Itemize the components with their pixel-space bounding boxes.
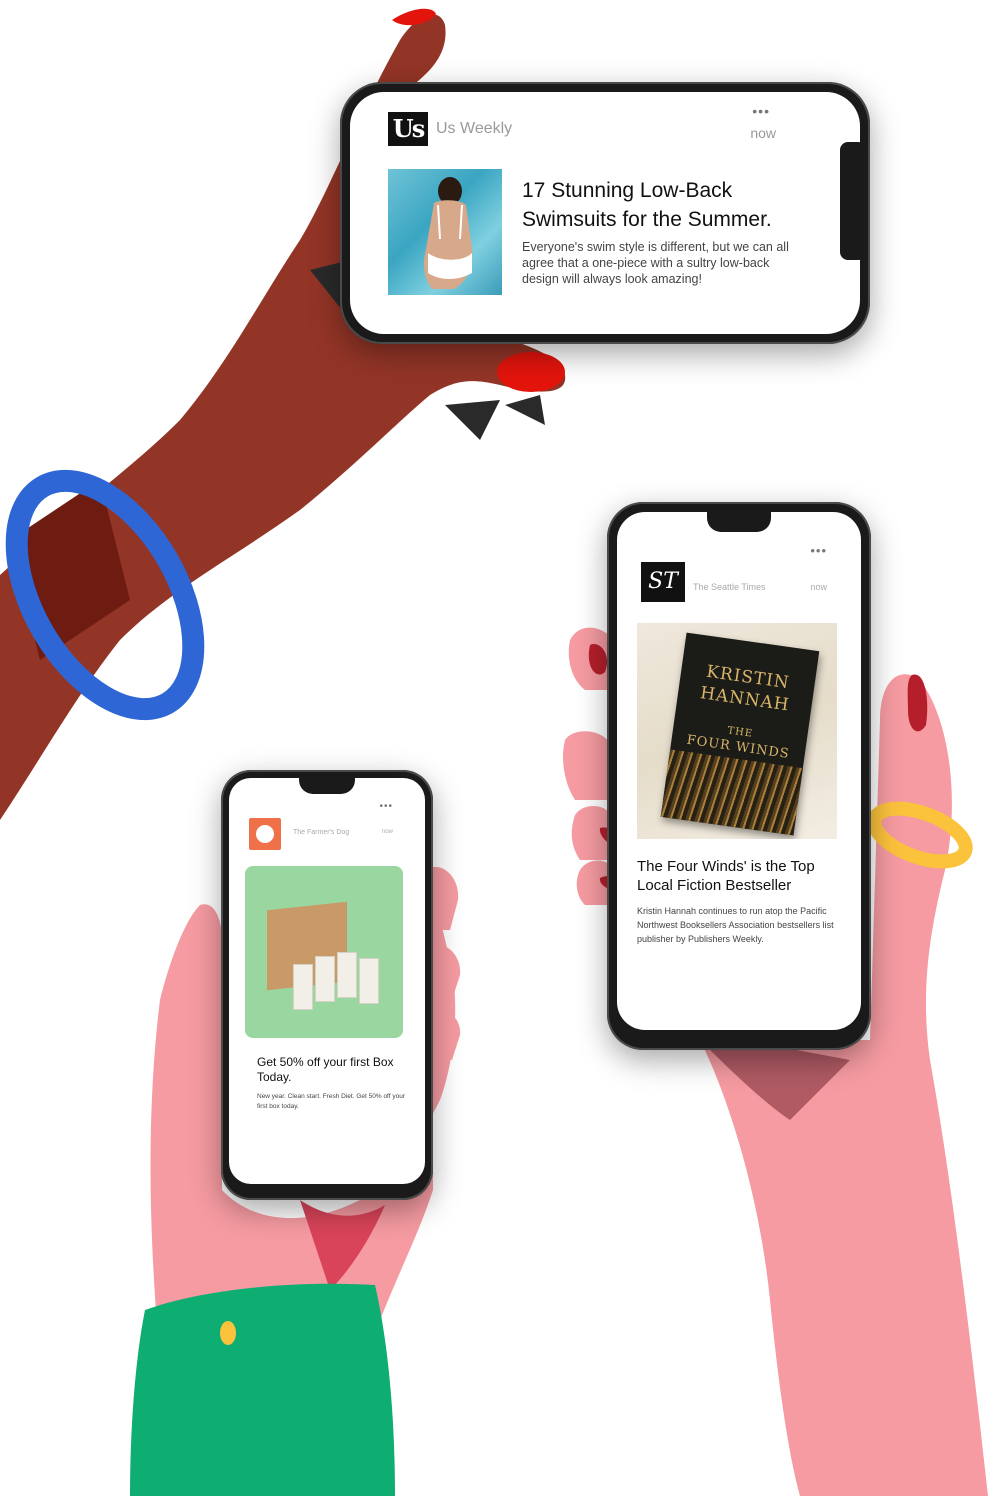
notification-card-us-weekly[interactable]: Us Us Weekly ••• now 17 Stunning Low-Bac… (350, 92, 860, 334)
wheat-artwork (660, 749, 803, 836)
notification-time: now (381, 829, 393, 835)
headline: Get 50% off your first Box Today. (257, 1055, 394, 1084)
notification-card-farmers-dog[interactable]: The Farmer's Dog ••• now Get 50% off you… (229, 778, 425, 1184)
notification-source: The Seattle Times (693, 582, 766, 592)
phone-seattle-times: ST The Seattle Times ••• now KRISTIN HAN… (607, 502, 871, 1050)
book-photo: KRISTIN HANNAH THE FOUR WINDS (637, 623, 837, 839)
food-pack (315, 956, 335, 1002)
phone-farmers-dog: The Farmer's Dog ••• now Get 50% off you… (221, 770, 433, 1200)
more-menu-icon[interactable]: ••• (379, 802, 393, 812)
more-menu-icon[interactable]: ••• (752, 104, 770, 118)
phone-notch (707, 512, 771, 532)
seattle-times-logo: ST (641, 562, 685, 602)
product-box-photo (245, 866, 403, 1038)
right-thumb-nail (907, 674, 928, 732)
phone-us-weekly: Us Us Weekly ••• now 17 Stunning Low-Bac… (340, 82, 870, 344)
food-pack (337, 952, 357, 998)
notification-time: now (750, 125, 776, 141)
notification-source: Us Weekly (436, 120, 513, 137)
summary: Kristin Hannah continues to run atop the… (637, 906, 834, 944)
green-sleeve (130, 1283, 395, 1496)
headline: The Four Winds' is the Top Local Fiction… (637, 858, 815, 894)
us-weekly-logo: Us (388, 112, 428, 146)
summary: Everyone's swim style is different, but … (522, 240, 789, 286)
notification-time: now (810, 582, 827, 592)
phone-notch (840, 142, 866, 260)
notification-card-seattle-times[interactable]: ST The Seattle Times ••• now KRISTIN HAN… (617, 512, 861, 1030)
food-pack (359, 958, 379, 1004)
farmers-dog-logo (249, 818, 281, 850)
book-cover: KRISTIN HANNAH THE FOUR WINDS (660, 632, 820, 836)
more-menu-icon[interactable]: ••• (810, 544, 827, 557)
food-pack (293, 964, 313, 1010)
summary: New year. Clean start. Fresh Diet. Get 5… (257, 1093, 405, 1110)
headline: 17 Stunning Low-Back Swimsuits for the S… (522, 179, 772, 231)
notification-source: The Farmer's Dog (293, 829, 350, 836)
phone-notch (299, 778, 355, 794)
nail-thumb (497, 352, 565, 392)
sleeve-button (220, 1321, 236, 1345)
swimsuit-photo (388, 169, 502, 295)
